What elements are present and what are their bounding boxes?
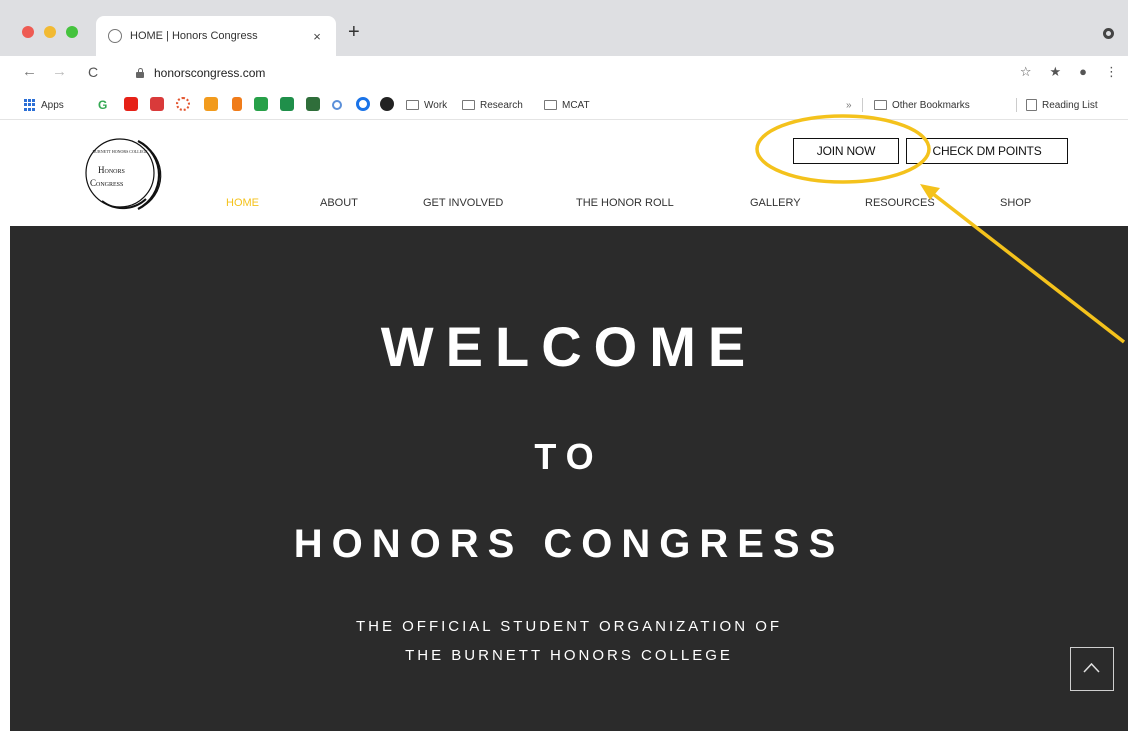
bookmark-star-icon[interactable]: ☆: [1020, 64, 1032, 80]
close-window-button[interactable]: [22, 26, 34, 38]
bookmark-folder-research[interactable]: Research: [462, 97, 523, 113]
dark-app-icon[interactable]: [380, 97, 394, 111]
hero-subtitle-line1: THE OFFICIAL STUDENT ORGANIZATION OF: [355, 618, 783, 635]
apps-grid-icon: [24, 99, 36, 111]
address-bar: ← → C honorscongress.com ☆ ★ ● ⋮: [0, 56, 1128, 90]
globe-icon: [108, 29, 122, 43]
nav-shop[interactable]: SHOP: [1000, 197, 1031, 209]
bookmarks-bar: Apps G Work Research MCAT » Other Bookma…: [0, 90, 1128, 120]
bookmark-apps[interactable]: Apps: [24, 97, 64, 113]
nav-resources[interactable]: RESOURCES: [865, 197, 935, 209]
calendar-icon[interactable]: [306, 97, 320, 111]
divider: [1016, 98, 1017, 112]
hero-section: WELCOME TO HONORS CONGRESS THE OFFICIAL …: [10, 226, 1128, 731]
scroll-to-top-button[interactable]: [1070, 647, 1114, 691]
hero-welcome: WELCOME: [380, 315, 758, 378]
dots-icon[interactable]: [332, 100, 342, 110]
bookmark-folder-label: Research: [480, 99, 523, 111]
new-tab-button[interactable]: +: [348, 22, 360, 42]
hero-subtitle-line2: THE BURNETT HONORS COLLEGE: [405, 647, 733, 664]
bookmark-apps-label: Apps: [41, 99, 64, 111]
divider: [862, 98, 863, 112]
join-now-button[interactable]: JOIN NOW: [793, 138, 899, 164]
logo-college-text: BURNETT HONORS COLLEGE: [92, 149, 148, 154]
logo-honors-text: Honors: [98, 165, 125, 175]
red-app-icon[interactable]: [150, 97, 164, 111]
maximize-window-button[interactable]: [66, 26, 78, 38]
forward-button[interactable]: →: [52, 64, 67, 80]
back-button[interactable]: ←: [22, 64, 37, 80]
folder-icon: [544, 100, 557, 110]
browser-tab[interactable]: HOME | Honors Congress ×: [96, 16, 336, 56]
bookmark-reading-list[interactable]: Reading List: [1026, 97, 1098, 113]
tab-title: HOME | Honors Congress: [130, 30, 258, 42]
browser-profile-icon[interactable]: [1103, 28, 1114, 39]
evernote-icon[interactable]: [254, 97, 268, 111]
honors-congress-logo[interactable]: BURNETT HONORS COLLEGE Honors Congress: [80, 127, 172, 219]
close-tab-icon[interactable]: ×: [310, 29, 324, 44]
extensions-icon[interactable]: ★: [1049, 64, 1061, 80]
reading-list-icon: [1026, 99, 1037, 111]
bookmark-google[interactable]: G: [98, 97, 107, 113]
browser-tab-bar: HOME | Honors Congress × +: [0, 0, 1128, 56]
nav-honor-roll[interactable]: THE HONOR ROLL: [576, 197, 674, 209]
bookmark-reading-label: Reading List: [1042, 99, 1098, 111]
folder-icon: [406, 100, 419, 110]
bookmark-other[interactable]: Other Bookmarks: [874, 97, 970, 113]
chevron-up-icon: [1083, 662, 1100, 673]
url-text: honorscongress.com: [154, 66, 266, 80]
folder-icon: [462, 100, 475, 110]
circle-icon[interactable]: [356, 97, 370, 111]
bookmark-folder-mcat[interactable]: MCAT: [544, 97, 590, 113]
bookmark-folder-label: Work: [424, 99, 448, 111]
nav-about[interactable]: ABOUT: [320, 197, 358, 209]
folder-icon: [874, 100, 887, 110]
sunburst-icon[interactable]: [176, 97, 190, 111]
profile-icon[interactable]: ●: [1079, 64, 1087, 80]
hero-to: TO: [534, 436, 604, 477]
minimize-window-button[interactable]: [44, 26, 56, 38]
bookmarks-overflow-button[interactable]: »: [846, 97, 852, 113]
bookmark-other-label: Other Bookmarks: [892, 99, 970, 111]
url-input[interactable]: honorscongress.com: [124, 60, 984, 86]
hero-honors-congress: HONORS CONGRESS: [293, 522, 845, 566]
reload-button[interactable]: C: [88, 64, 98, 80]
logo-congress-text: Congress: [90, 178, 124, 188]
check-dm-points-button[interactable]: CHECK DM POINTS: [906, 138, 1068, 164]
lock-icon: [136, 68, 144, 78]
green-app-icon[interactable]: [280, 97, 294, 111]
bookmark-folder-label: MCAT: [562, 99, 590, 111]
nav-gallery[interactable]: GALLERY: [750, 197, 801, 209]
logo-rings-icon: [85, 138, 162, 210]
nav-get-involved[interactable]: GET INVOLVED: [423, 197, 503, 209]
orange-app-icon[interactable]: [204, 97, 218, 111]
youtube-icon[interactable]: [124, 97, 138, 111]
browser-menu-icon[interactable]: ⋮: [1105, 64, 1118, 80]
bottle-icon[interactable]: [232, 97, 242, 111]
bookmark-folder-work[interactable]: Work: [406, 97, 447, 113]
site-header: BURNETT HONORS COLLEGE Honors Congress J…: [0, 121, 1128, 225]
nav-home[interactable]: HOME: [226, 197, 259, 209]
